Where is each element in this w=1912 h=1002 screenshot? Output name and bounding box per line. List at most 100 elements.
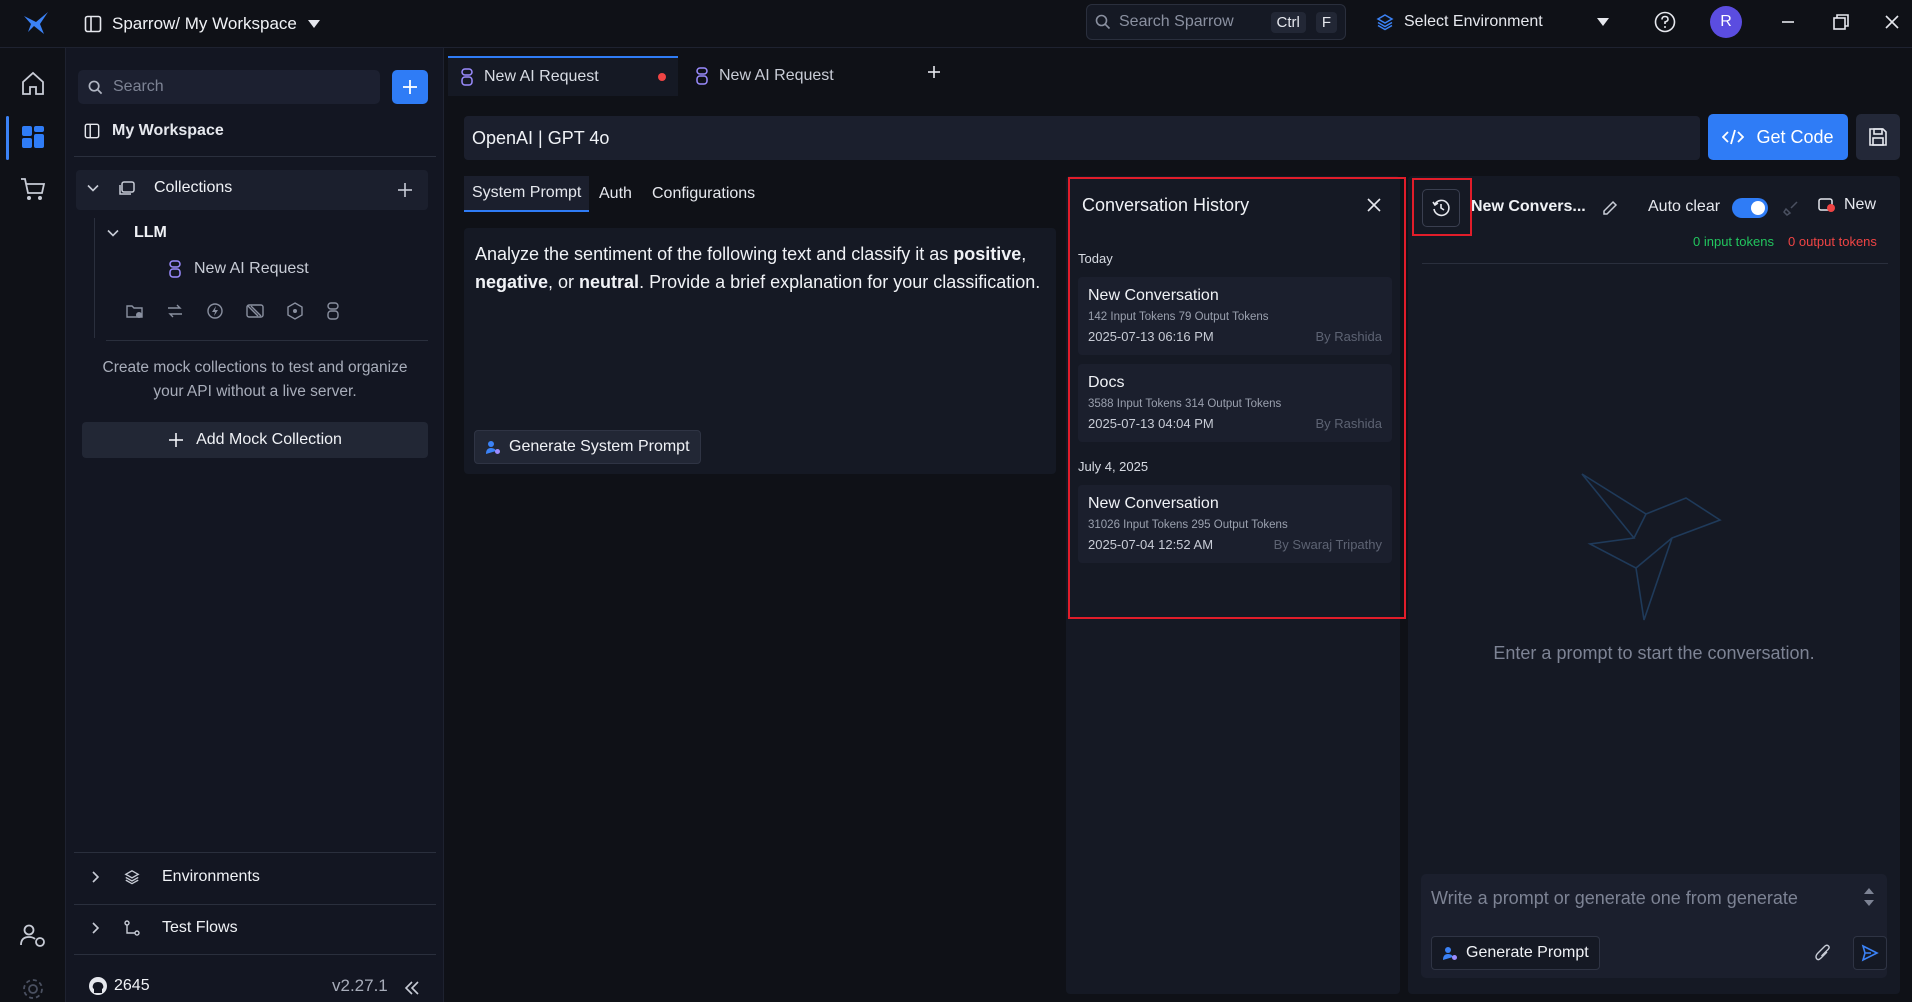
ai-generate-icon <box>485 439 501 455</box>
folder-label: LLM <box>134 224 167 241</box>
input-token-count: 0 input tokens <box>1693 234 1774 249</box>
websocket-icon[interactable] <box>206 302 224 320</box>
conversation-item[interactable]: New Conversation 142 Input Tokens 79 Out… <box>1078 277 1392 355</box>
top-bar: Sparrow/ My Workspace Search Sparrow Ctr… <box>0 0 1912 48</box>
ai-generate-icon <box>1442 945 1458 961</box>
global-search[interactable]: Search Sparrow Ctrl F <box>1086 4 1346 40</box>
autoclear-label: Auto clear <box>1648 198 1721 215</box>
toggle-knob <box>1751 201 1765 215</box>
maximize-icon[interactable] <box>1831 12 1851 32</box>
collection-quick-actions <box>126 302 340 320</box>
tab-new-ai-request-2[interactable]: New AI Request <box>683 56 913 96</box>
generate-system-prompt-button[interactable]: Generate System Prompt <box>474 430 701 464</box>
add-collection-icon[interactable] <box>396 181 414 199</box>
workspace-layout-icon <box>84 123 100 139</box>
chevron-right-icon <box>90 870 102 884</box>
request-item[interactable]: New AI Request <box>168 260 309 278</box>
rest-request-icon[interactable] <box>166 303 184 319</box>
folder-llm[interactable]: LLM <box>106 224 167 242</box>
environment-label: Select Environment <box>1404 13 1543 30</box>
get-code-button[interactable]: Get Code <box>1708 114 1848 160</box>
tab-auth[interactable]: Auth <box>591 176 640 212</box>
testflows-section[interactable]: Test Flows <box>90 919 238 937</box>
history-title: Conversation History <box>1082 195 1250 215</box>
app-version: v2.27.1 <box>332 976 388 995</box>
new-conversation-label: New <box>1844 196 1877 213</box>
history-toggle-button[interactable] <box>1422 189 1460 227</box>
conversation-author: By Swaraj Tripathy <box>1273 537 1382 552</box>
conversation-history-panel: Conversation History Today New Conversat… <box>1068 177 1406 619</box>
collapse-sidebar-icon[interactable] <box>404 980 420 996</box>
add-mock-collection-button[interactable]: Add Mock Collection <box>82 422 428 458</box>
tab-system-prompt[interactable]: System Prompt <box>464 176 590 212</box>
add-button[interactable] <box>392 70 428 104</box>
workspace-title: My Workspace <box>112 122 224 139</box>
chevron-down-icon <box>86 181 100 195</box>
github-stars: 2645 <box>114 977 150 994</box>
add-folder-icon[interactable] <box>126 303 144 319</box>
chevron-right-icon <box>90 921 102 935</box>
team-settings-icon[interactable] <box>18 920 48 950</box>
new-conversation-button[interactable]: New <box>1818 196 1876 214</box>
autoclear-toggle[interactable] <box>1732 198 1768 218</box>
request-label: New AI Request <box>194 260 309 277</box>
divider <box>74 904 436 905</box>
new-tab-icon[interactable] <box>926 64 942 80</box>
system-prompt-text: Analyze the sentiment of the following t… <box>475 244 1041 292</box>
conversation-date: 2025-07-13 06:16 PM <box>1088 329 1214 344</box>
close-window-icon[interactable] <box>1882 12 1902 32</box>
sidebar-search-input[interactable]: Search <box>78 70 380 104</box>
tree-guide <box>94 218 95 338</box>
clear-broom-icon[interactable] <box>1783 200 1799 216</box>
environments-label: Environments <box>162 868 260 885</box>
tab-label: New AI Request <box>719 67 834 84</box>
tab-configurations[interactable]: Configurations <box>644 176 763 212</box>
divider <box>74 954 436 955</box>
ai-request-icon <box>168 260 182 278</box>
add-mock-collection-label: Add Mock Collection <box>196 431 342 448</box>
layers-icon <box>124 869 140 885</box>
conversation-item[interactable]: New Conversation 31026 Input Tokens 295 … <box>1078 485 1392 563</box>
workspace-switcher[interactable]: Sparrow/ My Workspace <box>84 10 321 38</box>
resize-handle-icon[interactable] <box>1863 884 1875 910</box>
attachment-icon[interactable] <box>1815 944 1831 962</box>
user-avatar[interactable]: R <box>1710 6 1742 38</box>
sparrow-logo-icon[interactable] <box>22 10 50 36</box>
graphql-icon[interactable] <box>286 302 304 320</box>
output-token-count: 0 output tokens <box>1788 234 1877 249</box>
environment-select[interactable]: Select Environment <box>1376 4 1610 40</box>
ai-request-icon <box>695 67 709 85</box>
ai-request-icon[interactable] <box>326 302 340 320</box>
collections-label: Collections <box>154 179 233 196</box>
collections-icon[interactable] <box>18 122 48 152</box>
socketio-icon[interactable] <box>246 303 264 319</box>
tab-new-ai-request-1[interactable]: New AI Request <box>448 56 678 96</box>
system-prompt-editor[interactable]: Analyze the sentiment of the following t… <box>464 228 1056 474</box>
model-label: OpenAI | GPT 4o <box>472 127 610 148</box>
home-icon[interactable] <box>18 68 48 98</box>
divider <box>74 852 436 853</box>
model-selector[interactable]: OpenAI | GPT 4o <box>464 116 1700 160</box>
save-button[interactable] <box>1856 114 1900 160</box>
shortcut-key: F <box>1315 11 1337 33</box>
caret-down-icon <box>1596 17 1610 27</box>
close-icon[interactable] <box>1366 197 1382 213</box>
chat-input-box[interactable]: Write a prompt or generate one from gene… <box>1421 874 1887 978</box>
conversation-name: New Conversation <box>1088 495 1219 512</box>
workspace-title-row[interactable]: My Workspace <box>84 122 224 140</box>
conversation-item[interactable]: Docs 3588 Input Tokens 314 Output Tokens… <box>1078 364 1392 442</box>
generate-prompt-button[interactable]: Generate Prompt <box>1431 936 1600 970</box>
collections-row[interactable]: Collections <box>86 179 232 197</box>
left-rail <box>0 48 66 1002</box>
github-icon <box>88 976 108 996</box>
environments-section[interactable]: Environments <box>90 868 260 886</box>
search-icon <box>1095 14 1111 30</box>
help-icon[interactable] <box>1654 11 1676 33</box>
history-group-label: Today <box>1078 251 1113 266</box>
send-button[interactable] <box>1853 936 1887 970</box>
edit-pencil-icon[interactable] <box>1602 200 1618 216</box>
marketplace-cart-icon[interactable] <box>18 174 48 204</box>
minimize-icon[interactable] <box>1778 12 1798 32</box>
github-stars-link[interactable]: 2645 <box>88 976 150 996</box>
settings-gear-icon[interactable] <box>18 974 48 1002</box>
